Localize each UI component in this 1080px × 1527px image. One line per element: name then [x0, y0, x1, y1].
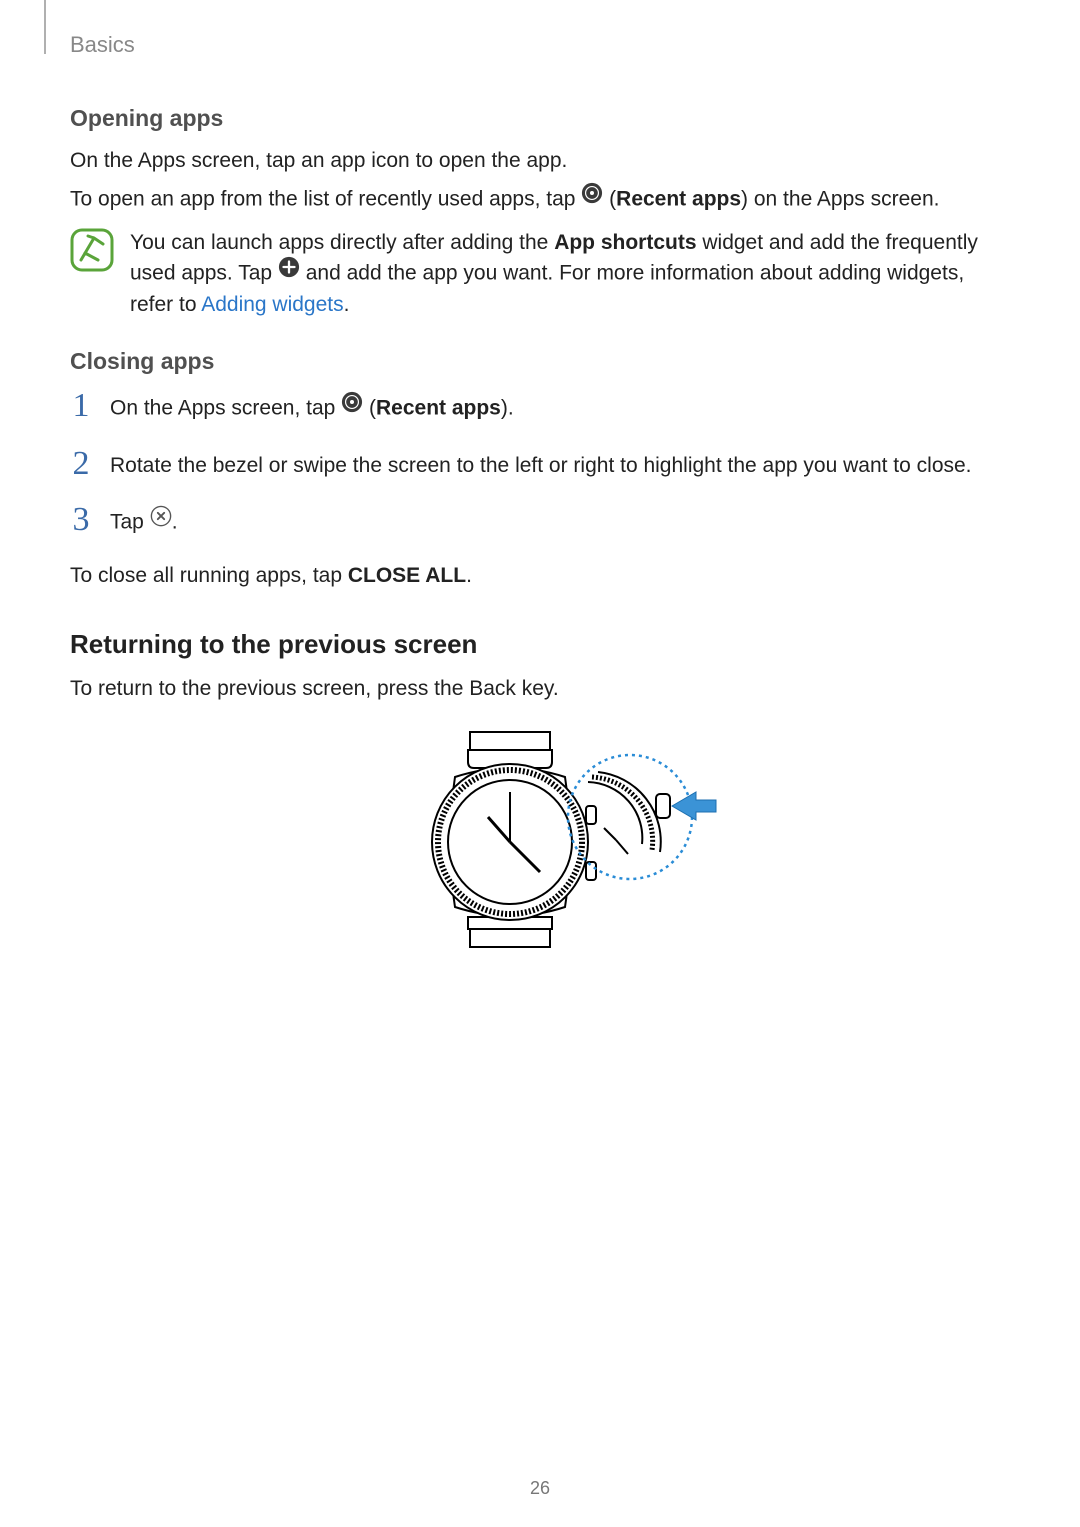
text: To close all running apps, tap [70, 564, 348, 587]
text: On the Apps screen, tap [110, 396, 341, 419]
link-adding-widgets[interactable]: Adding widgets [201, 293, 343, 316]
text: . [172, 510, 178, 533]
step-3: 3 Tap . [70, 503, 1010, 538]
text: . [344, 293, 350, 316]
page-number: 26 [0, 1478, 1080, 1499]
text: ( [363, 396, 376, 419]
text: ). [501, 396, 514, 419]
text-bold: App shortcuts [554, 231, 696, 254]
step-number: 2 [70, 447, 92, 481]
closing-tail: To close all running apps, tap CLOSE ALL… [70, 561, 1010, 591]
step-number: 1 [70, 389, 92, 423]
recent-apps-icon [341, 391, 363, 422]
text-bold: Recent apps [616, 188, 741, 211]
note-text: You can launch apps directly after addin… [130, 228, 1010, 320]
header-rule [44, 0, 46, 54]
note-box: You can launch apps directly after addin… [70, 228, 1010, 320]
text: To open an app from the list of recently… [70, 188, 581, 211]
press-arrow-icon [672, 792, 716, 820]
heading-opening-apps: Opening apps [70, 105, 1010, 132]
returning-p1: To return to the previous screen, press … [70, 674, 1010, 704]
step-number: 3 [70, 503, 92, 537]
note-icon [70, 228, 114, 272]
step-text: Tap . [110, 503, 1010, 538]
step-1: 1 On the Apps screen, tap (Recent apps). [70, 389, 1010, 424]
heading-returning: Returning to the previous screen [70, 629, 1010, 660]
text: Tap [110, 510, 150, 533]
text: . [466, 564, 472, 587]
text-bold: Recent apps [376, 396, 501, 419]
plus-icon [278, 256, 300, 287]
page-content: Opening apps On the Apps screen, tap an … [70, 105, 1010, 968]
recent-apps-icon [581, 182, 603, 213]
step-2: 2 Rotate the bezel or swipe the screen t… [70, 447, 1010, 481]
opening-p1: On the Apps screen, tap an app icon to o… [70, 146, 1010, 176]
header-section-label: Basics [70, 32, 135, 58]
step-text: Rotate the bezel or swipe the screen to … [110, 447, 1010, 481]
text: You can launch apps directly after addin… [130, 231, 554, 254]
watch-illustration [70, 722, 1010, 968]
steps-list: 1 On the Apps screen, tap (Recent apps).… [70, 389, 1010, 538]
text-bold: CLOSE ALL [348, 564, 466, 587]
text: ) on the Apps screen. [741, 188, 939, 211]
close-x-icon [150, 505, 172, 536]
step-text: On the Apps screen, tap (Recent apps). [110, 389, 1010, 424]
opening-p2: To open an app from the list of recently… [70, 184, 1010, 215]
heading-closing-apps: Closing apps [70, 348, 1010, 375]
